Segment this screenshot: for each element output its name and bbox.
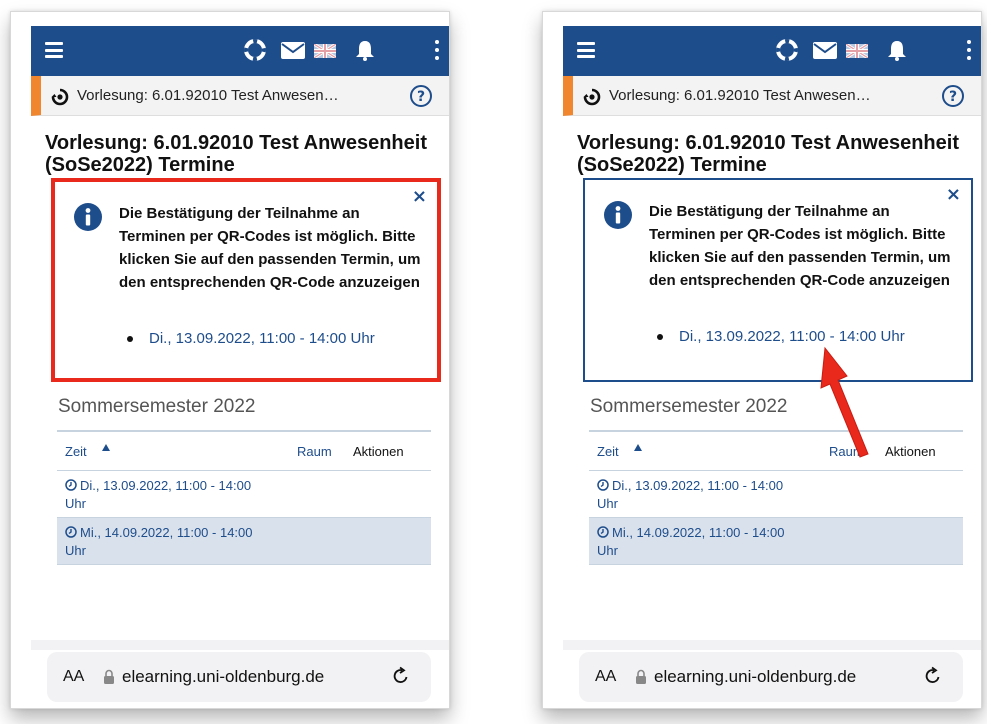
text-size-button[interactable]: AA xyxy=(595,668,616,686)
screenshot-panel-left: Vorlesung: 6.01.92010 Test Anwesen… ? Vo… xyxy=(10,11,450,709)
column-header-room[interactable]: Raum xyxy=(297,444,332,459)
table-row[interactable]: Mi., 14.09.2022, 11:00 - 14:00 Uhr xyxy=(57,518,431,565)
browser-address-bar[interactable]: AA elearning.uni-oldenburg.de xyxy=(47,652,431,702)
appointment-link[interactable]: Di., 13.09.2022, 11:00 - 14:00 Uhr xyxy=(141,327,431,350)
bell-icon[interactable] xyxy=(355,39,375,61)
mail-icon[interactable] xyxy=(813,42,837,59)
lock-icon xyxy=(636,669,646,684)
bell-icon[interactable] xyxy=(887,39,907,61)
text-size-button[interactable]: AA xyxy=(63,668,84,686)
url-domain[interactable]: elearning.uni-oldenburg.de xyxy=(122,667,324,687)
column-header-actions: Aktionen xyxy=(353,444,404,459)
menu-icon[interactable] xyxy=(577,42,595,58)
table-header: Zeit Raum Aktionen xyxy=(589,432,963,471)
sort-ascending-icon[interactable] xyxy=(633,443,643,453)
attendance-icon xyxy=(51,88,69,106)
table-row[interactable]: Mi., 14.09.2022, 11:00 - 14:00 Uhr xyxy=(589,518,963,565)
reload-icon[interactable] xyxy=(923,666,943,686)
appointment-time[interactable]: Di., 13.09.2022, 11:00 - 14:00 Uhr xyxy=(65,477,265,513)
qr-info-message: × Die Bestätigung der Teilnahme an Termi… xyxy=(583,178,973,382)
semester-heading: Sommersemester 2022 xyxy=(590,396,788,417)
semester-heading: Sommersemester 2022 xyxy=(58,396,256,417)
page-title: Vorlesung: 6.01.92010 Test Anwesenheit (… xyxy=(45,132,427,176)
table-row[interactable]: Di., 13.09.2022, 11:00 - 14:00 Uhr xyxy=(57,471,431,518)
mail-icon[interactable] xyxy=(281,42,305,59)
info-message-text: Die Bestätigung der Teilnahme an Termine… xyxy=(119,205,421,291)
info-message-text: Die Bestätigung der Teilnahme an Termine… xyxy=(649,203,951,289)
browser-address-bar[interactable]: AA elearning.uni-oldenburg.de xyxy=(579,652,963,702)
svg-text:?: ? xyxy=(417,89,425,105)
browser-toolbar-edge xyxy=(31,640,449,650)
red-arrow-pointer-icon xyxy=(820,346,869,458)
svg-text:?: ? xyxy=(949,89,957,105)
column-header-actions: Aktionen xyxy=(885,444,936,459)
breadcrumb: Vorlesung: 6.01.92010 Test Anwesen… ? xyxy=(31,76,449,116)
help-icon[interactable]: ? xyxy=(941,84,965,108)
column-header-time[interactable]: Zeit xyxy=(597,444,619,459)
appointments-table: Zeit Raum Aktionen Di., 13.09.2022, 11:0… xyxy=(57,430,431,565)
lock-icon xyxy=(104,669,114,684)
appointment-list-item: Di., 13.09.2022, 11:00 - 14:00 Uhr xyxy=(127,327,431,350)
bullet-icon xyxy=(657,334,663,340)
more-vertical-icon[interactable] xyxy=(967,40,971,60)
uk-flag-icon[interactable] xyxy=(846,44,868,58)
appointments-table: Zeit Raum Aktionen Di., 13.09.2022, 11:0… xyxy=(589,430,963,565)
sort-ascending-icon[interactable] xyxy=(101,443,111,453)
reload-icon[interactable] xyxy=(391,666,411,686)
menu-icon[interactable] xyxy=(45,42,63,58)
lifebuoy-icon[interactable] xyxy=(776,39,798,61)
lifebuoy-icon[interactable] xyxy=(244,39,266,61)
appointment-time[interactable]: Mi., 14.09.2022, 11:00 - 14:00 Uhr xyxy=(65,524,265,560)
top-navigation-bar xyxy=(563,26,981,76)
url-domain[interactable]: elearning.uni-oldenburg.de xyxy=(654,667,856,687)
screenshot-panel-right: Vorlesung: 6.01.92010 Test Anwesen… ? Vo… xyxy=(542,11,982,709)
attendance-icon xyxy=(583,88,601,106)
uk-flag-icon[interactable] xyxy=(314,44,336,58)
breadcrumb-label[interactable]: Vorlesung: 6.01.92010 Test Anwesen… xyxy=(609,87,871,104)
breadcrumb-label[interactable]: Vorlesung: 6.01.92010 Test Anwesen… xyxy=(77,87,339,104)
info-icon xyxy=(604,201,632,229)
appointment-time[interactable]: Mi., 14.09.2022, 11:00 - 14:00 Uhr xyxy=(597,524,797,560)
top-navigation-bar xyxy=(31,26,449,76)
column-header-time[interactable]: Zeit xyxy=(65,444,87,459)
page-title: Vorlesung: 6.01.92010 Test Anwesenheit (… xyxy=(577,132,959,176)
table-row[interactable]: Di., 13.09.2022, 11:00 - 14:00 Uhr xyxy=(589,471,963,518)
qr-info-message: × Die Bestätigung der Teilnahme an Termi… xyxy=(51,178,441,382)
browser-toolbar-edge xyxy=(563,640,981,650)
more-vertical-icon[interactable] xyxy=(435,40,439,60)
help-icon[interactable]: ? xyxy=(409,84,433,108)
breadcrumb: Vorlesung: 6.01.92010 Test Anwesen… ? xyxy=(563,76,981,116)
table-header: Zeit Raum Aktionen xyxy=(57,432,431,471)
info-icon xyxy=(74,203,102,231)
bullet-icon xyxy=(127,336,133,342)
appointment-time[interactable]: Di., 13.09.2022, 11:00 - 14:00 Uhr xyxy=(597,477,797,513)
